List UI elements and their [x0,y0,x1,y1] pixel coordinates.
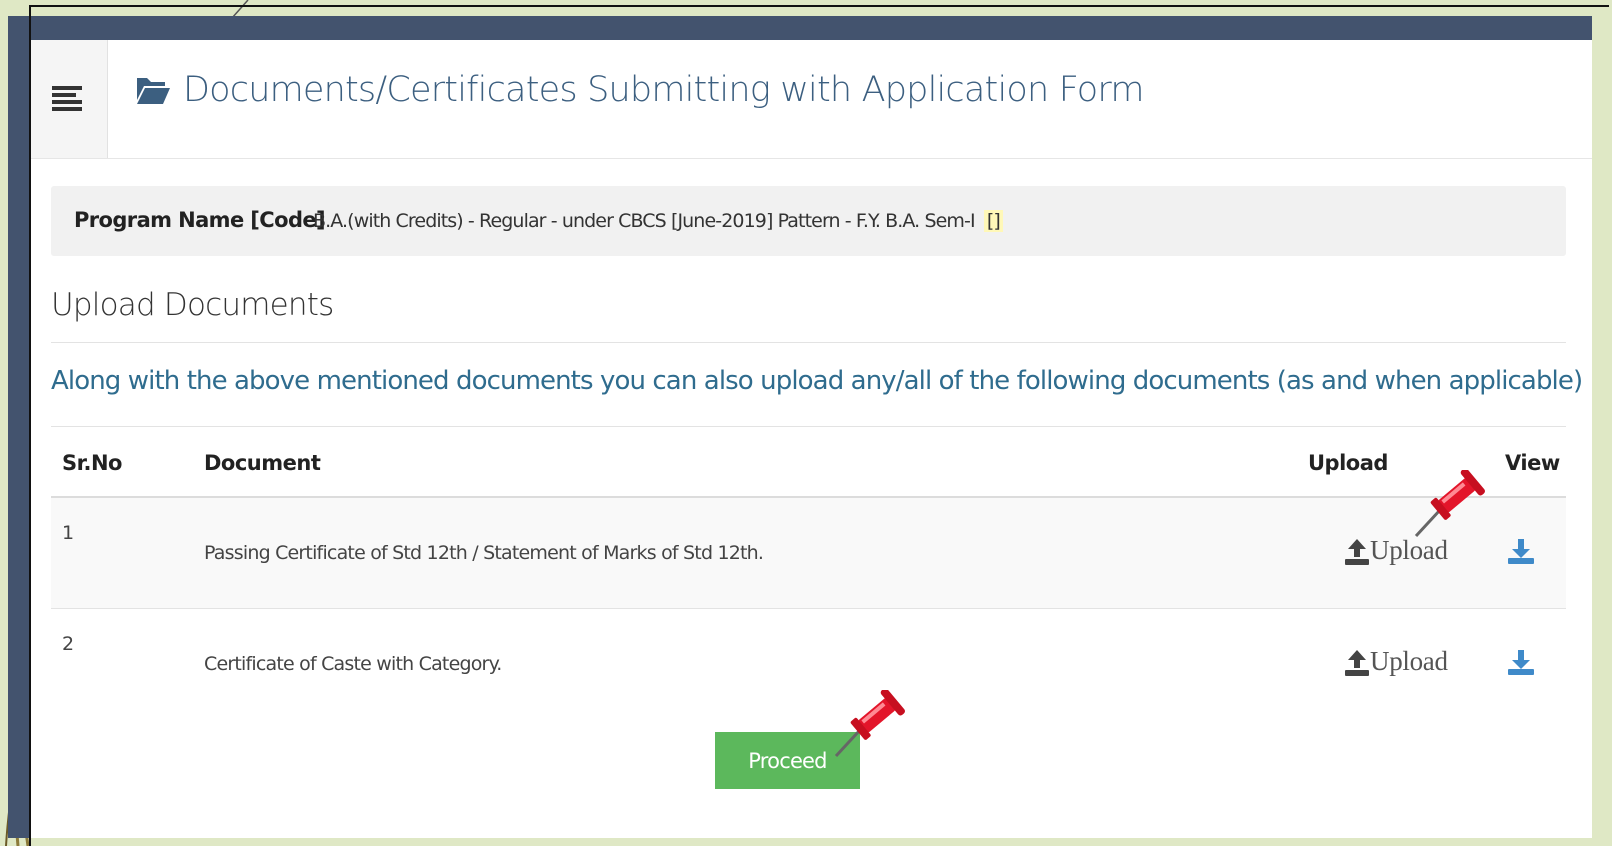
menu-icon [51,86,82,111]
download-icon [1508,538,1534,564]
column-header-document: Document [204,430,1308,498]
upload-cell: Upload [1308,497,1493,609]
upload-icon [1345,539,1369,565]
upload-button-label: Upload [1370,646,1448,676]
upload-button[interactable]: Upload [1344,535,1448,566]
proceed-button[interactable]: Proceed [715,732,860,789]
folder-open-icon [137,78,170,104]
upload-button-label: Upload [1370,535,1448,565]
document-name-cell: Passing Certificate of Std 12th / Statem… [204,497,1308,609]
page-title-wrap: Documents/Certificates Submitting with A… [135,70,1144,110]
table-row: 2 Certificate of Caste with Category. Up… [51,609,1566,720]
column-header-upload: Upload [1308,430,1493,498]
program-name-value: B.A.(with Credits) - Regular - under CBC… [313,210,1003,232]
sr-no-cell: 2 [62,633,74,655]
view-cell [1493,497,1566,609]
menu-toggle-button[interactable] [30,40,108,158]
upload-cell: Upload [1308,609,1493,720]
view-download-button[interactable] [1507,648,1535,681]
download-icon [1508,649,1534,675]
program-info-bar: Program Name [Code] B.A.(with Credits) -… [51,186,1566,256]
upload-button[interactable]: Upload [1344,646,1448,677]
page-header: Documents/Certificates Submitting with A… [30,40,1592,159]
column-header-sr-no: Sr.No [51,430,204,498]
main-panel: Documents/Certificates Submitting with A… [30,40,1592,838]
document-name-cell: Certificate of Caste with Category. [204,653,502,675]
upload-instructions: Along with the above mentioned documents… [51,366,1583,396]
column-header-view: View [1493,430,1566,498]
program-name-text: B.A.(with Credits) - Regular - under CBC… [313,210,976,232]
divider [51,426,1566,427]
table-row: 1 Passing Certificate of Std 12th / Stat… [51,497,1566,609]
sr-no-cell: 1 [51,497,204,609]
program-name-label: Program Name [Code] [74,208,326,232]
view-cell [1493,609,1566,720]
table-header-row: Sr.No Document Upload View [51,430,1566,498]
upload-documents-heading: Upload Documents [51,287,334,323]
upload-header-label: Upload [1308,451,1388,475]
divider [51,342,1566,343]
view-header-label: View [1505,451,1560,475]
view-download-button[interactable] [1507,537,1535,570]
program-code: [] [983,210,1003,232]
documents-table: Sr.No Document Upload View 1 Passing Cer… [51,430,1566,719]
page-title: Documents/Certificates Submitting with A… [183,70,1144,110]
upload-icon [1345,650,1369,676]
